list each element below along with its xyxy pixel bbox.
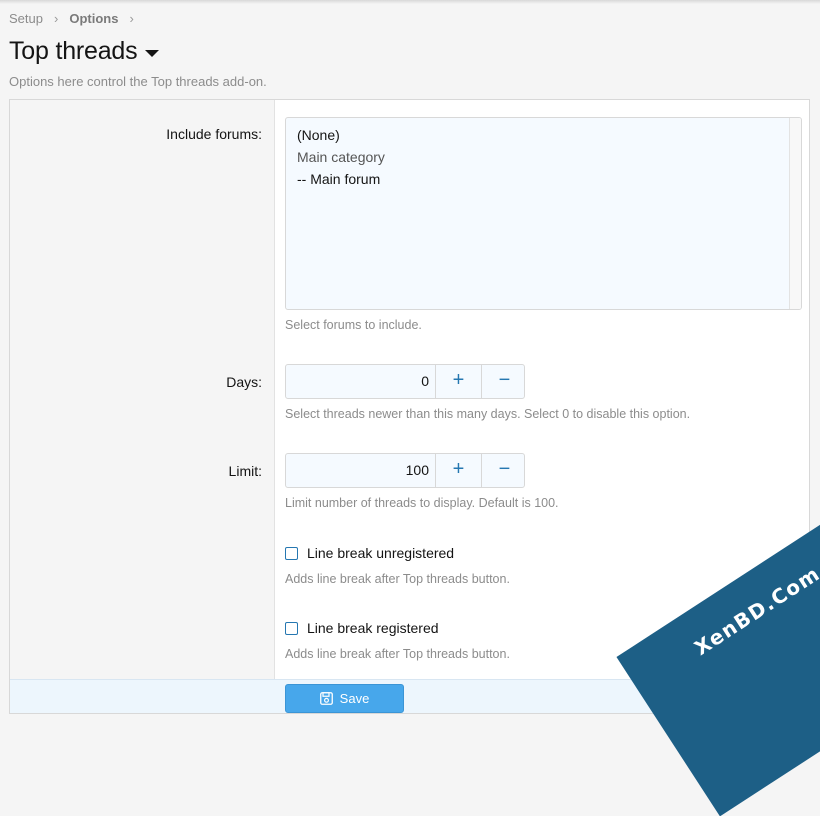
limit-increment-button[interactable]: +: [435, 454, 481, 487]
days-label: Days:: [226, 374, 262, 390]
page-description: Options here control the Top threads add…: [9, 74, 267, 89]
breadcrumb-setup[interactable]: Setup: [9, 11, 43, 26]
select-scrollbar[interactable]: [789, 118, 801, 309]
limit-label: Limit:: [228, 463, 262, 479]
save-button-label: Save: [339, 691, 370, 706]
page-title: Top threads: [9, 37, 138, 65]
include-forums-hint: Select forums to include.: [285, 318, 422, 332]
caret-down-icon[interactable]: [145, 49, 160, 57]
limit-stepper: 100 + −: [285, 453, 525, 488]
days-increment-button[interactable]: +: [435, 365, 481, 398]
line-break-registered-option[interactable]: Line break registered: [285, 620, 439, 636]
line-break-unregistered-label[interactable]: Line break unregistered: [307, 545, 454, 561]
days-input[interactable]: 0: [286, 365, 435, 398]
forum-option-main-category[interactable]: Main category: [297, 149, 385, 165]
include-forums-label: Include forums:: [166, 126, 262, 142]
limit-input[interactable]: 100: [286, 454, 435, 487]
limit-decrement-button[interactable]: −: [481, 454, 527, 487]
save-button[interactable]: Save: [285, 684, 404, 713]
line-break-registered-hint: Adds line break after Top threads button…: [285, 647, 510, 661]
floppy-disk-icon: [319, 692, 333, 705]
line-break-registered-checkbox[interactable]: [285, 621, 298, 635]
title-row[interactable]: Top threads: [9, 37, 160, 66]
line-break-registered-label[interactable]: Line break registered: [307, 620, 439, 636]
line-break-unregistered-hint: Adds line break after Top threads button…: [285, 572, 510, 586]
forum-option-main-forum[interactable]: -- Main forum: [297, 171, 380, 187]
days-hint: Select threads newer than this many days…: [285, 407, 691, 421]
breadcrumb-options[interactable]: Options: [69, 11, 118, 26]
line-break-unregistered-option[interactable]: Line break unregistered: [285, 545, 454, 561]
days-decrement-button[interactable]: −: [481, 365, 527, 398]
forum-option-none[interactable]: (None): [297, 127, 340, 143]
limit-hint: Limit number of threads to display. Defa…: [285, 496, 559, 510]
breadcrumb-separator-icon: ›: [129, 11, 134, 26]
days-stepper: 0 + −: [285, 364, 525, 399]
include-forums-select[interactable]: (None) Main category -- Main forum: [285, 117, 802, 310]
breadcrumb: Setup › Options ›: [9, 11, 145, 26]
options-page: Setup › Options › Top threads Options he…: [0, 0, 820, 816]
breadcrumb-separator-icon: ›: [53, 11, 59, 26]
top-shadow: [0, 0, 820, 4]
line-break-unregistered-checkbox[interactable]: [285, 546, 298, 560]
